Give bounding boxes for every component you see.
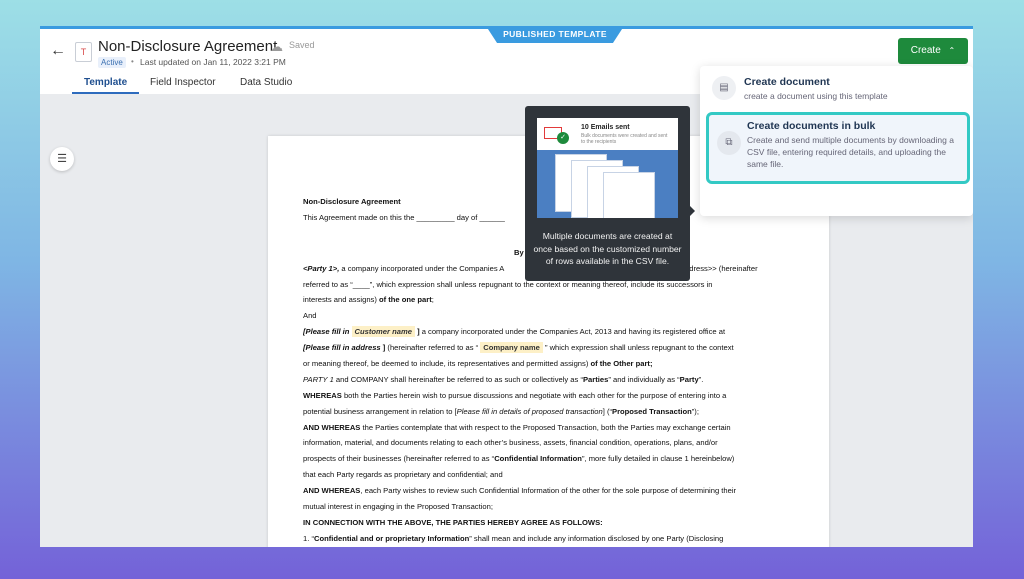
doc-line: mutual interest in engaging in the Propo… (303, 502, 493, 512)
menu-item-create-document[interactable]: ▤ Create document create a document usin… (700, 66, 973, 108)
separator-dot: • (131, 57, 134, 66)
doc-line: [Please fill in address ] (hereinafter r… (303, 342, 734, 354)
back-arrow-icon[interactable]: ← (50, 42, 66, 60)
emails-sent-title: 10 Emails sent (581, 124, 630, 131)
doc-line: PARTY 1 and COMPANY shall hereinafter be… (303, 374, 704, 384)
copy-documents-icon: ⧉ (717, 131, 741, 155)
published-template-label: PUBLISHED TEMPLATE (486, 26, 624, 43)
tab-field-inspector[interactable]: Field Inspector (150, 77, 216, 88)
emails-sent-subtitle: Bulk documents were created and sent to … (581, 133, 668, 145)
doc-thumbnail (603, 172, 655, 218)
doc-line: WHEREAS both the Parties herein wish to … (303, 390, 727, 400)
saved-status: Saved (289, 40, 315, 50)
create-button-label: Create (910, 45, 941, 56)
menu-item-title: Create document (744, 76, 830, 88)
emails-sent-card: ✓ 10 Emails sent Bulk documents were cre… (537, 118, 678, 150)
menu-item-desc: create a document using this template (744, 91, 888, 101)
menu-item-desc: Create and send multiple documents by do… (747, 135, 954, 169)
doc-line: [Please fill in Customer name ] a compan… (303, 326, 726, 338)
app-window: PUBLISHED TEMPLATE ← T Non-Disclosure Ag… (40, 26, 973, 547)
document-icon: ▤ (712, 76, 736, 100)
tooltip-preview-image: ✓ 10 Emails sent Bulk documents were cre… (537, 118, 678, 218)
template-doc-icon: T (75, 42, 92, 62)
cloud-saved-icon: ☁ (270, 39, 283, 54)
doc-line: IN CONNECTION WITH THE ABOVE, THE PARTIE… (303, 517, 603, 527)
doc-line: AND WHEREAS the Parties contemplate that… (303, 422, 731, 432)
last-updated-text: Last updated on Jan 11, 2022 3:21 PM (140, 57, 286, 67)
tab-data-studio[interactable]: Data Studio (240, 77, 292, 88)
doc-line: AND WHEREAS, each Party wishes to review… (303, 486, 737, 496)
bulk-info-tooltip: ✓ 10 Emails sent Bulk documents were cre… (525, 106, 695, 281)
doc-line: information, material, and documents rel… (303, 438, 718, 448)
menu-item-title: Create documents in bulk (747, 120, 876, 132)
doc-line: potential business arrangement in relati… (303, 406, 699, 416)
tab-template[interactable]: Template (84, 77, 127, 88)
doc-line: interests and assigns) of the one part; (303, 295, 434, 305)
doc-line: prospects of their businesses (hereinaft… (303, 454, 735, 464)
doc-line: 1. “Confidential and or proprietary Info… (303, 533, 724, 543)
company-name-field[interactable]: Company name (480, 342, 543, 354)
page-title[interactable]: Non-Disclosure Agreement (98, 38, 277, 55)
tooltip-message: Multiple documents are created at once b… (533, 231, 682, 266)
customer-name-field[interactable]: Customer name (351, 326, 415, 338)
menu-item-create-bulk[interactable]: ⧉ Create documents in bulk Create and se… (706, 112, 970, 184)
outline-list-icon[interactable]: ☰ (50, 147, 74, 171)
doc-line: And (303, 311, 317, 321)
check-shield-icon: ✓ (557, 132, 569, 144)
doc-line: or meaning thereof, be deemed to include… (303, 359, 653, 369)
doc-line: that each Party regards as proprietary a… (303, 470, 503, 480)
status-badge: Active (98, 57, 126, 68)
create-button[interactable]: Create ⌃ (898, 38, 968, 64)
tooltip-arrow (690, 206, 695, 216)
chevron-up-icon: ⌃ (948, 46, 956, 55)
